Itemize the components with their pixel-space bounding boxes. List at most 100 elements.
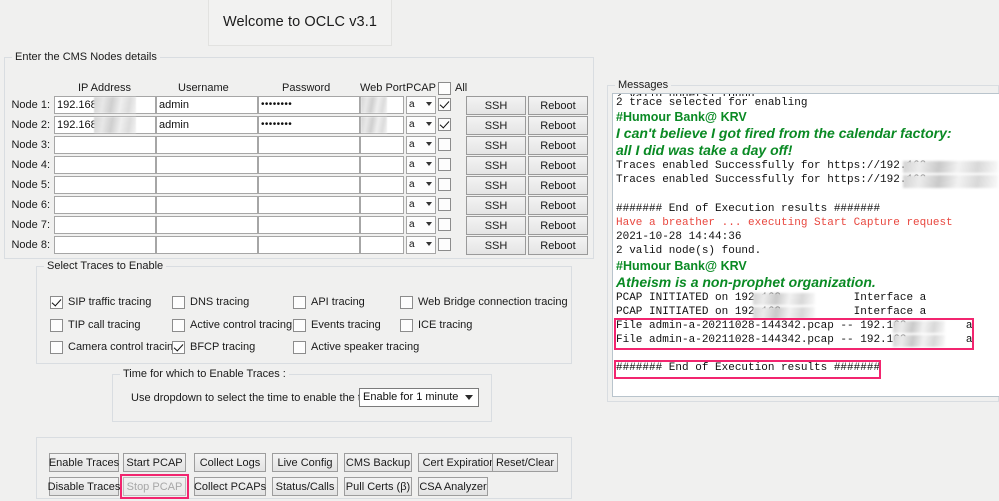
- node-pcap-checkbox[interactable]: [438, 218, 451, 231]
- node-webport-input[interactable]: [360, 116, 404, 134]
- node-password-input[interactable]: [258, 156, 360, 174]
- action-button[interactable]: Enable Traces: [49, 453, 119, 472]
- action-button[interactable]: Collect PCAPs: [194, 477, 266, 496]
- node-pcap-checkbox[interactable]: [438, 118, 451, 131]
- trace-option-checkbox[interactable]: [50, 296, 63, 309]
- node-username-input[interactable]: [156, 236, 258, 254]
- trace-option-checkbox[interactable]: [400, 319, 413, 332]
- node-ssh-button[interactable]: SSH: [466, 236, 526, 255]
- trace-option-checkbox[interactable]: [50, 319, 63, 332]
- node-webport-input[interactable]: [360, 96, 404, 114]
- node-pcap-interface-select[interactable]: a: [406, 156, 436, 174]
- node-reboot-button[interactable]: Reboot: [528, 216, 588, 235]
- trace-option-checkbox[interactable]: [293, 341, 306, 354]
- trace-option-checkbox[interactable]: [172, 296, 185, 309]
- node-reboot-button[interactable]: Reboot: [528, 196, 588, 215]
- trace-option-label: DNS tracing: [190, 296, 250, 308]
- node-pcap-checkbox[interactable]: [438, 158, 451, 171]
- node-pcap-interface-select[interactable]: a: [406, 116, 436, 134]
- node-username-input[interactable]: [156, 136, 258, 154]
- action-button[interactable]: Disable Traces: [48, 477, 120, 496]
- node-ssh-button[interactable]: SSH: [466, 116, 526, 135]
- column-header-webport: Web Port: [360, 82, 406, 94]
- node-password-input[interactable]: ••••••••: [258, 96, 360, 114]
- messages-log[interactable]: 2 valid node(s) found. 2 trace selected f…: [612, 93, 999, 397]
- node-ssh-button[interactable]: SSH: [466, 96, 526, 115]
- node-username-input[interactable]: [156, 156, 258, 174]
- node-ip-input[interactable]: [54, 156, 156, 174]
- node-username-input[interactable]: [156, 196, 258, 214]
- node-username-input[interactable]: [156, 216, 258, 234]
- node-username-input[interactable]: admin: [156, 116, 258, 134]
- node-ip-input[interactable]: 192.168: [54, 96, 156, 114]
- action-button[interactable]: Start PCAP: [123, 453, 186, 472]
- trace-option-checkbox[interactable]: [172, 319, 185, 332]
- action-button[interactable]: Live Config: [272, 453, 338, 472]
- node-password-input[interactable]: [258, 196, 360, 214]
- action-button[interactable]: CSA Analyzer: [418, 477, 488, 496]
- node-pcap-checkbox[interactable]: [438, 198, 451, 211]
- node-reboot-button[interactable]: Reboot: [528, 96, 588, 115]
- node-webport-input[interactable]: [360, 196, 404, 214]
- node-ip-input[interactable]: [54, 176, 156, 194]
- node-password-input[interactable]: [258, 136, 360, 154]
- action-button[interactable]: Collect Logs: [194, 453, 266, 472]
- node-pcap-checkbox[interactable]: [438, 238, 451, 251]
- node-webport-input[interactable]: [360, 176, 404, 194]
- node-reboot-button[interactable]: Reboot: [528, 136, 588, 155]
- message-line: all I did was take a day off!: [616, 142, 793, 159]
- node-password-input[interactable]: [258, 176, 360, 194]
- node-pcap-interface-value: a: [409, 179, 415, 190]
- node-pcap-interface-select[interactable]: a: [406, 96, 436, 114]
- node-pcap-interface-select[interactable]: a: [406, 196, 436, 214]
- enable-duration-select[interactable]: Enable for 1 minute: [359, 388, 479, 407]
- column-header-username: Username: [178, 82, 229, 94]
- time-dropdown-prompt: Use dropdown to select the time to enabl…: [131, 392, 391, 404]
- node-username-input[interactable]: [156, 176, 258, 194]
- trace-option-checkbox[interactable]: [400, 296, 413, 309]
- node-pcap-interface-select[interactable]: a: [406, 136, 436, 154]
- node-pcap-checkbox[interactable]: [438, 138, 451, 151]
- node-pcap-checkbox[interactable]: [438, 178, 451, 191]
- redacted-text-block: [753, 292, 815, 305]
- trace-option-checkbox[interactable]: [50, 341, 63, 354]
- action-button[interactable]: CMS Backup: [344, 453, 412, 472]
- node-password-input[interactable]: ••••••••: [258, 116, 360, 134]
- action-button[interactable]: Pull Certs (β): [344, 477, 412, 496]
- node-ip-input[interactable]: [54, 136, 156, 154]
- node-reboot-button[interactable]: Reboot: [528, 116, 588, 135]
- message-line: 2 valid node(s) found.: [616, 245, 762, 258]
- action-button[interactable]: Cert Expiration: [418, 453, 500, 472]
- node-ssh-button[interactable]: SSH: [466, 136, 526, 155]
- node-pcap-checkbox[interactable]: [438, 98, 451, 111]
- node-ssh-button[interactable]: SSH: [466, 216, 526, 235]
- node-webport-input[interactable]: [360, 236, 404, 254]
- node-ip-input[interactable]: [54, 216, 156, 234]
- node-ssh-button[interactable]: SSH: [466, 196, 526, 215]
- node-pcap-interface-select[interactable]: a: [406, 176, 436, 194]
- action-button[interactable]: Reset/Clear: [492, 453, 558, 472]
- trace-option-checkbox[interactable]: [293, 296, 306, 309]
- node-password-input[interactable]: [258, 236, 360, 254]
- node-ip-input[interactable]: 192.168: [54, 116, 156, 134]
- node-reboot-button[interactable]: Reboot: [528, 156, 588, 175]
- node-ip-input[interactable]: [54, 196, 156, 214]
- node-pcap-interface-select[interactable]: a: [406, 216, 436, 234]
- node-ssh-button[interactable]: SSH: [466, 176, 526, 195]
- node-reboot-button[interactable]: Reboot: [528, 176, 588, 195]
- node-reboot-button[interactable]: Reboot: [528, 236, 588, 255]
- action-button[interactable]: Status/Calls: [272, 477, 338, 496]
- select-all-pcap-checkbox[interactable]: [438, 82, 451, 95]
- trace-option-checkbox[interactable]: [293, 319, 306, 332]
- node-ssh-button[interactable]: SSH: [466, 156, 526, 175]
- node-webport-input[interactable]: [360, 216, 404, 234]
- node-username-input[interactable]: admin: [156, 96, 258, 114]
- node-row-label: Node 1:: [11, 99, 50, 111]
- node-password-input[interactable]: [258, 216, 360, 234]
- node-ip-input[interactable]: [54, 236, 156, 254]
- node-webport-input[interactable]: [360, 156, 404, 174]
- node-webport-input[interactable]: [360, 136, 404, 154]
- trace-option-checkbox[interactable]: [172, 341, 185, 354]
- node-pcap-interface-select[interactable]: a: [406, 236, 436, 254]
- trace-option-label: Web Bridge connection tracing: [418, 296, 568, 308]
